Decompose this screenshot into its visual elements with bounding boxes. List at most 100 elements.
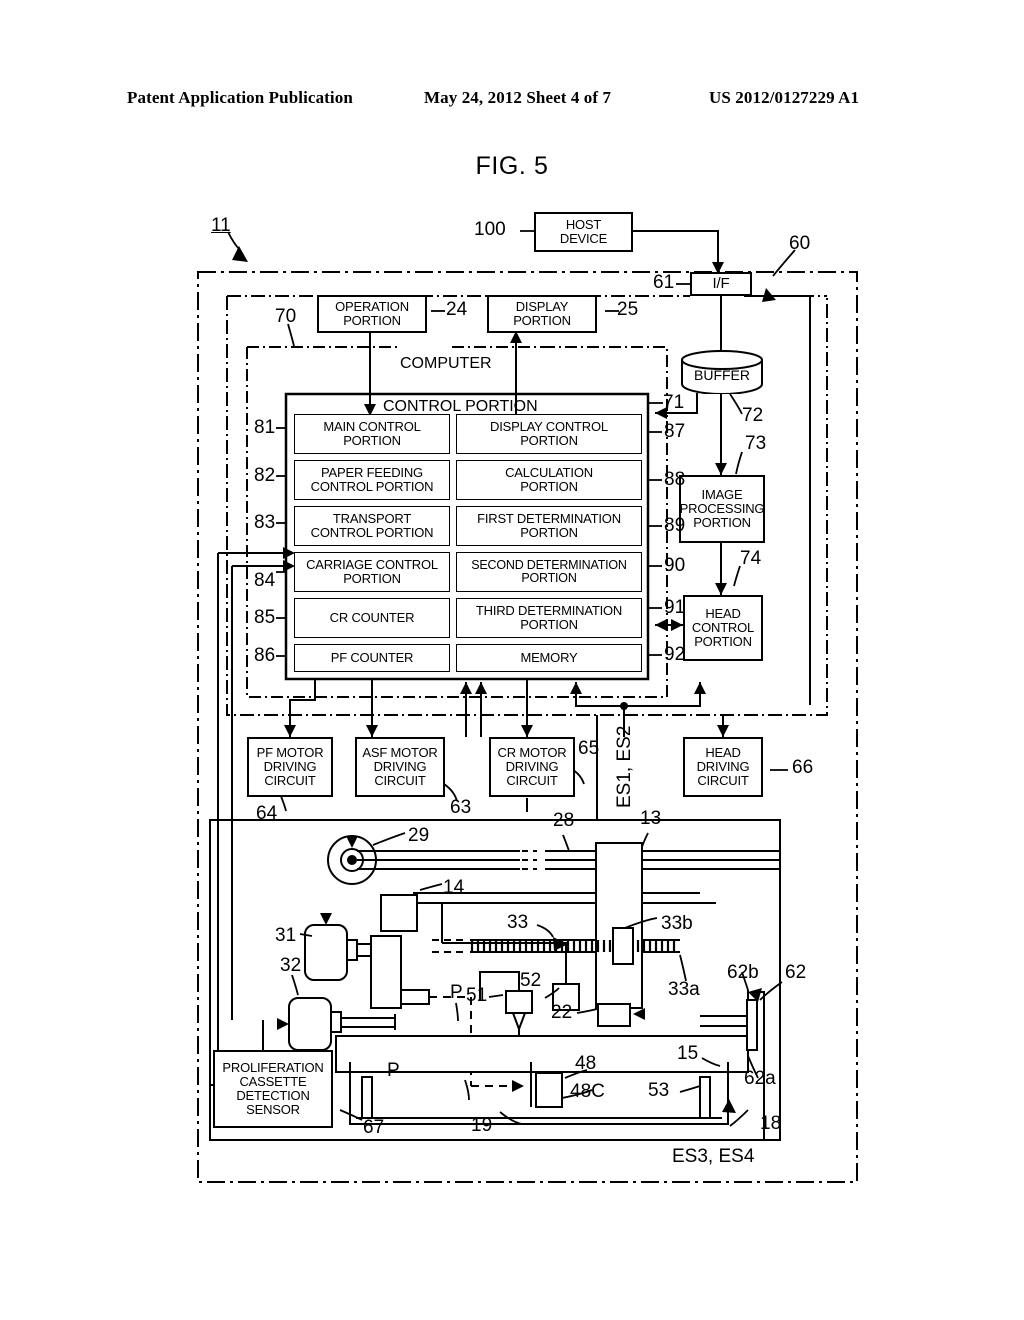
transport-control-portion-label: TRANSPORT CONTROL PORTION [310,511,434,540]
display-control-portion-box: DISPLAY CONTROL PORTION [456,414,642,454]
ref-81: 81 [254,417,276,438]
asf-motor-driving-circuit-box: ASF MOTOR DRIVING CIRCUIT [355,737,445,797]
ref-48c: 48C [570,1081,605,1102]
ref-P-lower: P [387,1060,400,1081]
ref-71: 71 [663,392,685,413]
interface-box: I/F [690,272,752,296]
date-sheet-label: May 24, 2012 Sheet 4 of 7 [424,88,612,107]
pf-counter-label: PF COUNTER [330,650,414,666]
head-control-portion-label: HEAD CONTROL PORTION [691,606,755,649]
ref-72: 72 [742,405,764,426]
ref-es3-es4: ES3, ES4 [672,1146,755,1167]
cr-counter-label: CR COUNTER [329,610,415,626]
pf-motor-driving-circuit-box: PF MOTOR DRIVING CIRCUIT [247,737,333,797]
ref-91: 91 [664,597,686,618]
ref-86: 86 [254,645,276,666]
ref-74: 74 [740,548,762,569]
display-portion-label: DISPLAY PORTION [513,299,571,328]
ref-33b: 33b [661,913,693,934]
ref-31: 31 [275,925,297,946]
ref-33: 33 [507,912,529,933]
ref-51: 51 [466,985,488,1006]
calculation-portion-box: CALCULATION PORTION [456,460,642,500]
ref-82: 82 [254,465,276,486]
ref-67: 67 [363,1117,385,1138]
ref-61: 61 [653,272,675,293]
operation-portion-label: OPERATION PORTION [335,299,409,328]
figure-page: Patent Application Publication May 24, 2… [0,0,1024,1320]
operation-portion-box: OPERATION PORTION [317,295,427,333]
ref-14: 14 [443,877,465,898]
ref-32: 32 [280,955,302,976]
first-determination-portion-box: FIRST DETERMINATION PORTION [456,506,642,546]
image-processing-portion-label: IMAGE PROCESSING PORTION [679,487,765,530]
head-driving-circuit-label: HEAD DRIVING CIRCUIT [696,745,750,788]
figure-title: FIG. 5 [475,152,549,180]
ref-25: 25 [617,299,639,320]
ref-100: 100 [474,219,506,240]
display-control-portion-label: DISPLAY CONTROL PORTION [490,419,608,448]
ref-89: 89 [664,515,686,536]
ref-52: 52 [520,970,542,991]
computer-label: COMPUTER [400,355,492,372]
ref-53: 53 [648,1080,670,1101]
ref-60: 60 [789,233,811,254]
head-control-portion-box: HEAD CONTROL PORTION [683,595,763,661]
main-control-portion-box: MAIN CONTROL PORTION [294,414,450,454]
proliferation-cassette-detection-sensor-label: PROLIFERATION CASSETTE DETECTION SENSOR [222,1060,324,1117]
calculation-portion-label: CALCULATION PORTION [505,465,593,494]
ref-28: 28 [553,810,575,831]
second-determination-portion-label: SECOND DETERMINATION PORTION [471,557,627,585]
ref-66: 66 [792,757,814,778]
cr-motor-driving-circuit-box: CR MOTOR DRIVING CIRCUIT [489,737,575,797]
paper-feeding-control-portion-box: PAPER FEEDING CONTROL PORTION [294,460,450,500]
paper-feeding-control-portion-label: PAPER FEEDING CONTROL PORTION [310,465,434,494]
pf-motor-driving-circuit-label: PF MOTOR DRIVING CIRCUIT [256,745,324,788]
second-determination-portion-box: SECOND DETERMINATION PORTION [456,552,642,592]
ref-es1-es2: ES1, ES2 [614,725,635,808]
cr-counter-box: CR COUNTER [294,598,450,638]
memory-box: MEMORY [456,644,642,672]
ref-48: 48 [575,1053,597,1074]
ref-85: 85 [254,607,276,628]
ref-70: 70 [275,306,297,327]
interface-label: I/F [712,275,730,293]
ref-18: 18 [760,1113,782,1134]
buffer-label: BUFFER [694,367,750,383]
ref-22: 22 [551,1002,573,1023]
third-determination-portion-box: THIRD DETERMINATION PORTION [456,598,642,638]
transport-control-portion-box: TRANSPORT CONTROL PORTION [294,506,450,546]
ref-62b: 62b [727,962,759,983]
ref-62a: 62a [744,1068,776,1089]
publication-label: Patent Application Publication [127,88,353,107]
head-driving-circuit-box: HEAD DRIVING CIRCUIT [683,737,763,797]
first-determination-portion-label: FIRST DETERMINATION PORTION [477,511,621,540]
patent-number-label: US 2012/0127229 A1 [709,88,860,107]
proliferation-cassette-detection-sensor-box: PROLIFERATION CASSETTE DETECTION SENSOR [213,1050,333,1128]
ref-P-upper: P [450,982,463,1003]
ref-29: 29 [408,825,430,846]
ref-11: 11 [211,215,231,236]
ref-87: 87 [664,421,686,442]
pf-counter-box: PF COUNTER [294,644,450,672]
carriage-control-portion-box: CARRIAGE CONTROL PORTION [294,552,450,592]
asf-motor-driving-circuit-label: ASF MOTOR DRIVING CIRCUIT [362,745,438,788]
ref-62: 62 [785,962,807,983]
display-portion-box: DISPLAY PORTION [487,295,597,333]
memory-label: MEMORY [520,650,578,666]
ref-73: 73 [745,433,767,454]
buffer-cylinder: BUFFER [680,350,764,395]
ref-33a: 33a [668,979,700,1000]
ref-24: 24 [446,299,468,320]
main-control-portion-label: MAIN CONTROL PORTION [323,419,421,448]
ref-65: 65 [578,738,600,759]
ref-13: 13 [640,808,662,829]
ref-64: 64 [256,803,278,824]
image-processing-portion-box: IMAGE PROCESSING PORTION [679,475,765,543]
ref-84: 84 [254,570,276,591]
third-determination-portion-label: THIRD DETERMINATION PORTION [475,603,623,632]
ref-63: 63 [450,797,472,818]
ref-88: 88 [664,469,686,490]
ref-83: 83 [254,512,276,533]
host-device-label: HOST DEVICE [559,217,608,246]
